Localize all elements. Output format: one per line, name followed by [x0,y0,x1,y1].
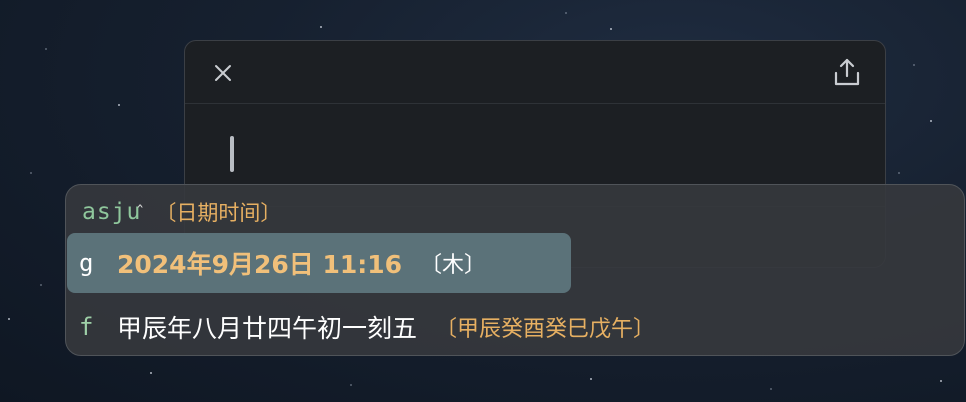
candidate-item-2[interactable]: f 甲辰年八月廿四午初一刻五 〔甲辰癸酉癸巳戊午〕 [67,299,827,355]
background-star [45,48,47,50]
ime-candidate-panel: asju 〔日期时间〕 ˆ g 2024年9月26日 11:16 〔木〕 f 甲… [65,184,965,356]
background-star [150,372,152,374]
share-icon [834,58,860,86]
candidate-text: 甲辰年八月廿四午初一刻五 [117,314,418,343]
background-star [940,380,942,382]
ime-preedit: asju 〔日期时间〕 [82,195,281,229]
background-star [590,378,592,380]
background-star [40,284,42,286]
background-star [770,388,772,390]
background-star [30,172,32,174]
preedit-caret-icon: ˆ [135,203,146,223]
text-cursor [230,136,234,172]
background-star [898,172,900,174]
candidate-comment: 〔木〕 [420,253,487,278]
candidate-comment: 〔甲辰癸酉癸巳戊午〕 [435,317,656,342]
close-icon [215,65,231,81]
background-star [930,120,932,122]
candidate-key: f [79,313,94,341]
preedit-comment: 〔日期时间〕 [155,201,282,225]
candidate-item-1[interactable]: g 2024年9月26日 11:16 〔木〕 [67,233,571,293]
background-star [610,28,612,30]
background-star [118,104,120,106]
candidate-key: g [79,249,94,277]
background-star [350,384,352,386]
editor-toolbar [185,41,885,104]
close-button[interactable] [211,61,235,85]
background-star [565,12,567,14]
preedit-code: asju [82,199,142,225]
candidate-text: 2024年9月26日 11:16 [117,250,403,279]
background-star [8,318,10,320]
share-button[interactable] [831,56,863,88]
background-star [320,26,322,28]
background-star [913,64,915,66]
